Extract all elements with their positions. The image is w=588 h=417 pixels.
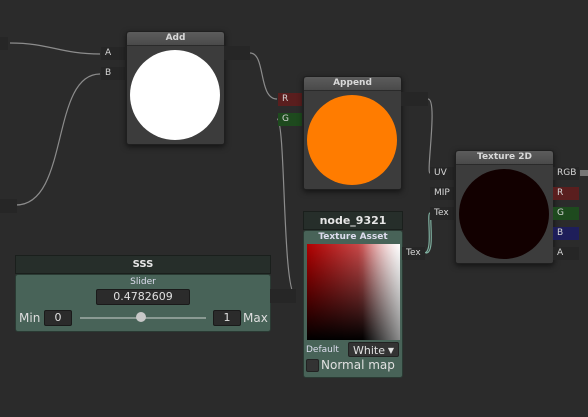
add-node[interactable]: Add xyxy=(126,31,225,145)
default-dropdown[interactable]: White ▼ xyxy=(348,342,399,357)
append-node-title: Append xyxy=(304,77,401,91)
sss-node[interactable]: Slider 0.4782609 Min 0 1 Max xyxy=(15,274,271,332)
chevron-down-icon: ▼ xyxy=(387,346,394,355)
sss-min-label: Min xyxy=(19,311,41,325)
add-input-a[interactable]: A xyxy=(101,47,125,60)
append-node[interactable]: Append xyxy=(303,76,402,190)
append-input-g[interactable]: G xyxy=(278,113,302,126)
wire-left-to-add-a xyxy=(9,42,101,55)
texture2d-output-tail xyxy=(580,170,588,176)
add-node-title: Add xyxy=(127,32,224,46)
texture2d-input-uv[interactable]: UV xyxy=(430,167,454,180)
normal-map-checkbox[interactable] xyxy=(306,359,319,372)
normal-map-label: Normal map xyxy=(321,358,395,372)
wire-left-to-add-b xyxy=(15,73,101,206)
wire-sss-to-append-g xyxy=(276,118,297,297)
append-input-r[interactable]: R xyxy=(278,93,302,106)
add-preview xyxy=(130,50,220,140)
sss-slider-thumb[interactable] xyxy=(136,312,146,322)
sss-slider-label: Slider xyxy=(130,277,156,287)
node-9321-output-tex[interactable]: Tex xyxy=(402,247,425,260)
sss-min-field[interactable]: 0 xyxy=(44,310,72,326)
node-9321-title[interactable]: node_9321 xyxy=(303,211,403,230)
texture2d-input-mip[interactable]: MIP xyxy=(430,187,454,200)
node-9321[interactable]: Texture Asset Default White ▼ Normal map xyxy=(303,230,403,378)
sss-node-title[interactable]: SSS xyxy=(15,255,271,274)
texture2d-output-r[interactable]: R xyxy=(553,187,579,200)
append-preview xyxy=(307,95,397,185)
default-label: Default xyxy=(306,345,339,355)
append-output[interactable] xyxy=(401,92,428,106)
wire-add-to-append-r xyxy=(249,52,278,100)
sss-value-field[interactable]: 0.4782609 xyxy=(96,289,190,305)
left-output-stub-bottom[interactable] xyxy=(0,199,17,213)
texture2d-output-g[interactable]: G xyxy=(553,207,579,220)
texture2d-output-b[interactable]: B xyxy=(553,227,579,240)
add-output[interactable] xyxy=(224,46,250,60)
texture2d-node[interactable]: Texture 2D xyxy=(455,150,554,264)
wire-append-to-uv xyxy=(427,98,433,174)
default-value: White xyxy=(353,344,385,357)
texture2d-output-a[interactable]: A xyxy=(553,247,579,260)
texture2d-input-tex[interactable]: Tex xyxy=(430,207,454,220)
texture2d-output-rgb[interactable]: RGB xyxy=(553,167,579,180)
texture2d-node-title: Texture 2D xyxy=(456,151,553,165)
texture2d-preview xyxy=(459,169,549,259)
sss-output[interactable] xyxy=(270,289,296,303)
left-output-stub-top[interactable] xyxy=(0,37,8,50)
texture-preview-overlay xyxy=(307,244,400,340)
sss-max-label: Max xyxy=(243,311,268,325)
texture-asset-label: Texture Asset xyxy=(318,232,388,242)
add-input-b[interactable]: B xyxy=(101,67,125,80)
sss-max-field[interactable]: 1 xyxy=(213,310,241,326)
